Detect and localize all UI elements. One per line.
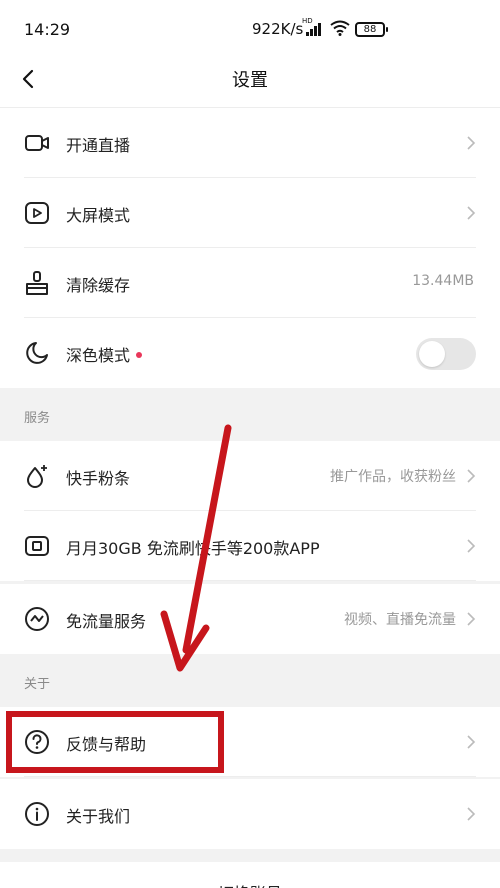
settings-item-fans[interactable]: 快手粉条 推广作品，收获粉丝 xyxy=(0,441,500,511)
chevron-right-icon xyxy=(466,205,476,221)
chevron-right-icon xyxy=(466,135,476,151)
chevron-right-icon xyxy=(466,734,476,750)
chevron-right-icon xyxy=(466,611,476,627)
chevron-right-icon xyxy=(466,538,476,554)
switch-account-label: 切换账号 xyxy=(0,880,500,888)
page-title: 设置 xyxy=(232,70,268,91)
settings-item-live[interactable]: 开通直播 xyxy=(0,108,500,178)
camera-icon xyxy=(24,130,50,156)
dark-mode-toggle[interactable] xyxy=(416,338,476,370)
moon-icon xyxy=(24,340,50,366)
section-header-about: 关于 xyxy=(24,677,51,692)
status-time: 14:29 xyxy=(24,20,71,39)
dark-mode-label: 深色模式 xyxy=(66,346,131,365)
settings-item-label: 深色模式 xyxy=(66,342,143,366)
settings-item-label: 月月30GB 免流刷快手等200款APP xyxy=(66,539,320,558)
chevron-right-icon xyxy=(466,806,476,822)
settings-item-big-screen[interactable]: 大屏模式 xyxy=(0,178,500,248)
play-screen-icon xyxy=(24,200,50,226)
settings-item-label: 快手粉条 xyxy=(66,469,131,488)
header: 设置 xyxy=(0,56,500,108)
wave-circle-icon xyxy=(24,606,50,632)
annotation-highlight-box xyxy=(6,711,224,773)
info-circle-icon xyxy=(24,801,50,827)
switch-account-button[interactable]: 切换账号 xyxy=(0,862,500,888)
section-header-services: 服务 xyxy=(24,411,51,426)
settings-item-clear-cache[interactable]: 清除缓存 13.44MB xyxy=(0,248,500,318)
settings-item-dark-mode: 深色模式 xyxy=(0,318,500,388)
cache-size: 13.44MB xyxy=(412,273,474,289)
status-bar: 14:29 922K/s HD 88 xyxy=(0,0,500,56)
broom-icon xyxy=(24,270,50,296)
sparkle-drop-icon xyxy=(24,463,50,489)
wifi-icon xyxy=(330,20,350,40)
settings-item-hint: 推广作品，收获粉丝 xyxy=(330,469,456,485)
settings-item-label: 免流量服务 xyxy=(66,612,147,631)
battery-indicator: 88 xyxy=(355,22,388,37)
settings-item-about-us[interactable]: 关于我们 xyxy=(0,779,500,849)
settings-item-label: 清除缓存 xyxy=(66,276,131,295)
signal-icon xyxy=(306,22,324,36)
network-speed: 922K/s xyxy=(252,20,304,38)
new-badge-dot xyxy=(136,351,143,358)
settings-item-label: 大屏模式 xyxy=(66,206,131,225)
settings-item-free-data[interactable]: 免流量服务 视频、直播免流量 xyxy=(0,584,500,654)
settings-item-label: 关于我们 xyxy=(66,807,131,826)
settings-item-hint: 视频、直播免流量 xyxy=(344,612,456,628)
chevron-right-icon xyxy=(466,468,476,484)
sim-card-icon xyxy=(24,533,50,559)
settings-item-label: 开通直播 xyxy=(66,136,131,155)
settings-item-data-package[interactable]: 月月30GB 免流刷快手等200款APP xyxy=(0,511,500,581)
toggle-knob xyxy=(419,341,445,367)
